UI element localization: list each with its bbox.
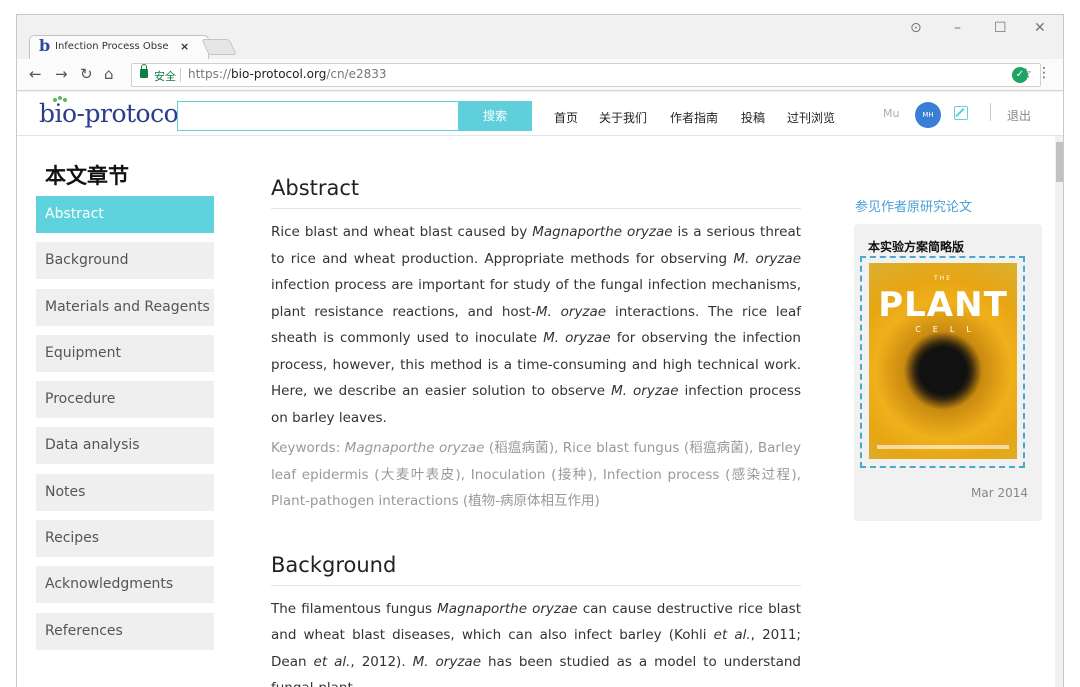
avatar[interactable]: MH (915, 102, 941, 128)
logout-link[interactable]: 退出 (1007, 107, 1031, 124)
account-circle-icon[interactable]: ⊙ (910, 20, 922, 36)
cover-title: PLANT (878, 285, 1008, 325)
cover-the: THE (934, 275, 952, 282)
toc-title: 本文章节 (45, 164, 129, 188)
background-heading: Background (271, 553, 801, 586)
forward-button[interactable]: → (55, 65, 68, 83)
tab-strip: b Infection Process Obse × ⊙ – ☐ ✕ (17, 15, 1063, 59)
toc-item-recipes[interactable]: Recipes (36, 520, 214, 558)
tab-title[interactable]: Infection Process Obse (55, 41, 173, 52)
scrollbar-thumb[interactable] (1056, 142, 1063, 182)
article-content: Abstract Rice blast and wheat blast caus… (271, 176, 801, 687)
lock-icon (140, 64, 148, 78)
browser-window: b Infection Process Obse × ⊙ – ☐ ✕ ← → ↻… (16, 14, 1064, 687)
nav-home[interactable]: 首页 (554, 109, 578, 126)
web-page: bio-protocol 搜索 首页 关于我们 作者指南 投稿 过刊浏览 Mu … (17, 92, 1063, 687)
reload-button[interactable]: ↻ (80, 65, 93, 83)
toc-item-abstract[interactable]: Abstract (36, 196, 214, 233)
address-bar[interactable]: 安全 https://bio-protocol.org/cn/e2833 ☆ (131, 63, 1041, 87)
secure-label: 安全 (154, 70, 176, 83)
original-paper-link[interactable]: 参见作者原研究论文 (855, 196, 972, 215)
maximize-button[interactable]: ☐ (994, 20, 1007, 36)
toc-item-equipment[interactable]: Equipment (36, 334, 214, 372)
background-paragraph: The filamentous fungus Magnaporthe oryza… (271, 600, 802, 687)
toc-item-data-analysis[interactable]: Data analysis (36, 427, 214, 465)
toc-item-procedure[interactable]: Procedure (36, 381, 214, 419)
back-button[interactable]: ← (29, 65, 42, 83)
nav-author-guide[interactable]: 作者指南 (670, 109, 718, 126)
abstract-heading: Abstract (271, 176, 801, 209)
tab-close-icon[interactable]: × (180, 40, 189, 53)
vertical-scrollbar[interactable] (1055, 136, 1063, 687)
toc-item-materials[interactable]: Materials and Reagents (36, 288, 214, 326)
toc-item-references[interactable]: References (36, 612, 214, 650)
user-name[interactable]: Mu (883, 107, 899, 120)
nav-about[interactable]: 关于我们 (599, 109, 647, 126)
toc-item-notes[interactable]: Notes (36, 473, 214, 511)
close-window-button[interactable]: ✕ (1034, 20, 1046, 36)
browser-menu-icon[interactable]: ⋮ (1037, 65, 1051, 81)
header-divider (990, 103, 991, 121)
toc-list: Abstract Background Materials and Reagen… (36, 196, 214, 659)
minimize-button[interactable]: – (954, 20, 961, 36)
nav-submit[interactable]: 投稿 (741, 109, 765, 126)
cover-footer-bar (877, 445, 1009, 449)
cover-date: Mar 2014 (971, 486, 1028, 500)
url-text[interactable]: https://bio-protocol.org/cn/e2833 (188, 67, 387, 81)
address-separator (180, 68, 181, 82)
search-input[interactable] (177, 101, 459, 131)
search-button[interactable]: 搜索 (458, 101, 532, 131)
browser-toolbar: ← → ↻ ⌂ 安全 https://bio-protocol.org/cn/e… (17, 59, 1063, 91)
journal-cover-frame[interactable]: THE PLANT CELL (860, 256, 1025, 468)
site-logo[interactable]: bio-protocol (39, 99, 186, 128)
toc-item-acknowledgments[interactable]: Acknowledgments (36, 566, 214, 604)
nav-archive[interactable]: 过刊浏览 (787, 109, 835, 126)
related-protocol-card: 本实验方案简略版 THE PLANT CELL Mar 2014 (854, 224, 1042, 521)
edit-icon[interactable] (954, 106, 968, 120)
journal-cover-image[interactable]: THE PLANT CELL (869, 263, 1017, 459)
extension-icon[interactable]: ✓ (1012, 67, 1028, 83)
abstract-paragraph: Rice blast and wheat blast caused by Mag… (271, 224, 802, 426)
card-title: 本实验方案简略版 (868, 240, 965, 254)
bio-protocol-favicon-icon: b (39, 36, 51, 55)
cover-subtitle: CELL (915, 325, 983, 334)
home-button[interactable]: ⌂ (104, 65, 114, 83)
site-header: bio-protocol 搜索 首页 关于我们 作者指南 投稿 过刊浏览 Mu … (17, 92, 1063, 136)
toc-item-background[interactable]: Background (36, 242, 214, 280)
keywords: Keywords: Magnaporthe oryzae (稻瘟病菌), Ric… (271, 440, 801, 509)
